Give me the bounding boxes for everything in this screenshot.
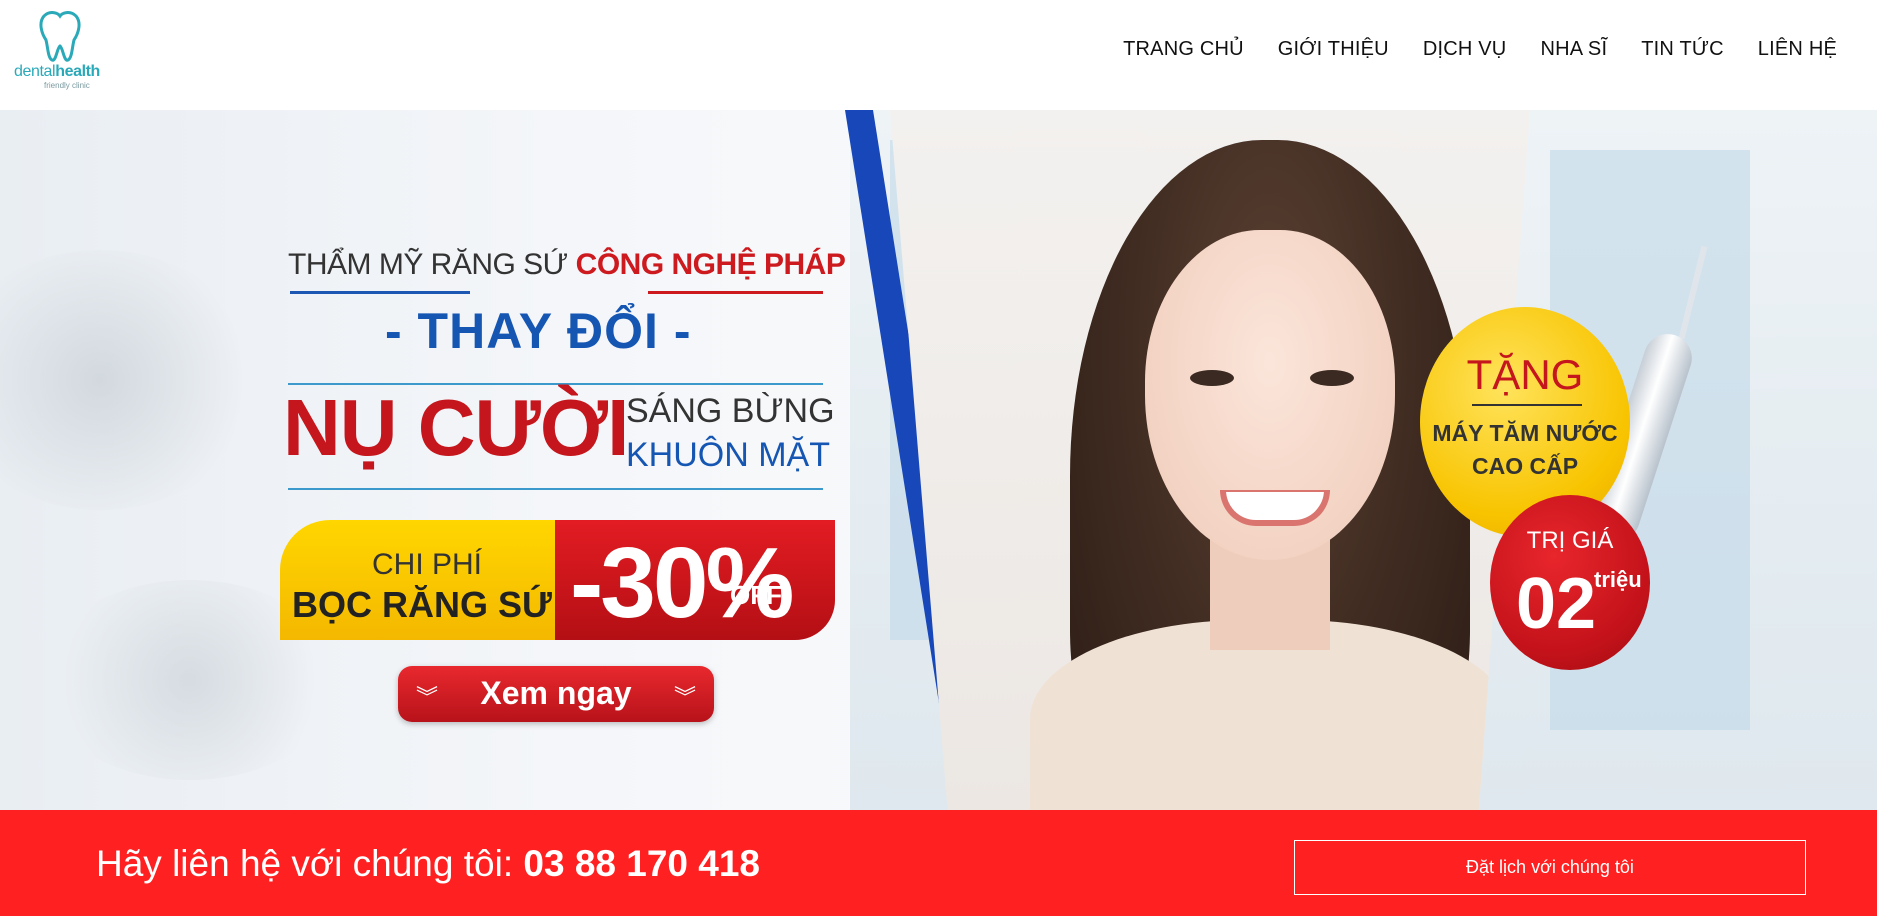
price-service: BỌC RĂNG SỨ: [292, 584, 552, 625]
underline-red: [648, 291, 823, 294]
contact-bar: Hãy liên hệ với chúng tôi: 03 88 170 418…: [0, 810, 1877, 916]
phone-number[interactable]: 03 88 170 418: [523, 843, 760, 884]
discount-off: OFF: [730, 580, 782, 610]
price-label: CHI PHÍ: [372, 548, 483, 581]
double-chevron-down-icon: ︾: [673, 685, 696, 710]
nav-contact[interactable]: LIÊN HỆ: [1758, 38, 1837, 61]
site-header: dentalhealth friendly clinic TRANG CHỦ G…: [0, 0, 1877, 110]
value-unit: triệu: [1594, 567, 1642, 592]
value-badge: TRỊ GIÁ 02 triệu: [1490, 495, 1650, 670]
view-now-button[interactable]: ︾ Xem ngay ︾: [398, 666, 714, 722]
main-nav: TRANG CHỦ GIỚI THIỆU DỊCH VỤ NHA SĨ TIN …: [1123, 38, 1837, 61]
nav-home[interactable]: TRANG CHỦ: [1123, 38, 1244, 61]
nav-services[interactable]: DỊCH VỤ: [1423, 38, 1507, 61]
underline-blue: [290, 291, 470, 294]
headline-brighten: SÁNG BỪNG: [626, 392, 835, 430]
model-eye: [1190, 370, 1234, 386]
tooth-icon: [39, 11, 81, 62]
hero-banner[interactable]: THẨM MỸ RĂNG SỨ CÔNG NGHỆ PHÁP - THAY ĐỔ…: [0, 110, 1877, 810]
model-eye: [1310, 370, 1354, 386]
headline-face: KHUÔN MẶT: [626, 436, 830, 474]
book-appointment-button[interactable]: Đặt lịch với chúng tôi: [1294, 840, 1806, 895]
background-blur: [0, 250, 260, 510]
divider: [288, 488, 823, 490]
value-amount: 02: [1516, 564, 1597, 644]
nav-about[interactable]: GIỚI THIỆU: [1278, 38, 1389, 61]
discount-box: CHI PHÍ BỌC RĂNG SỨ -30% OFF: [280, 520, 835, 640]
gift-item: MÁY TĂM NƯỚC CAO CẤP: [1432, 420, 1618, 479]
logo[interactable]: dentalhealth friendly clinic: [14, 10, 114, 90]
value-label: TRỊ GIÁ: [1526, 527, 1614, 554]
gift-title: TẶNG: [1466, 351, 1584, 398]
headline-line2: - THAY ĐỔI -: [385, 303, 692, 359]
headline-line1: THẨM MỸ RĂNG SỨ CÔNG NGHỆ PHÁP: [288, 248, 846, 281]
contact-text: Hãy liên hệ với chúng tôi: 03 88 170 418: [96, 843, 761, 884]
nav-news[interactable]: TIN TỨC: [1641, 38, 1724, 61]
logo-wordmark: dentalhealth: [14, 63, 100, 80]
logo-tagline: friendly clinic: [44, 81, 90, 90]
nav-dentists[interactable]: NHA SĨ: [1540, 38, 1607, 61]
headline-smile: NỤ CƯỜI: [283, 383, 629, 472]
